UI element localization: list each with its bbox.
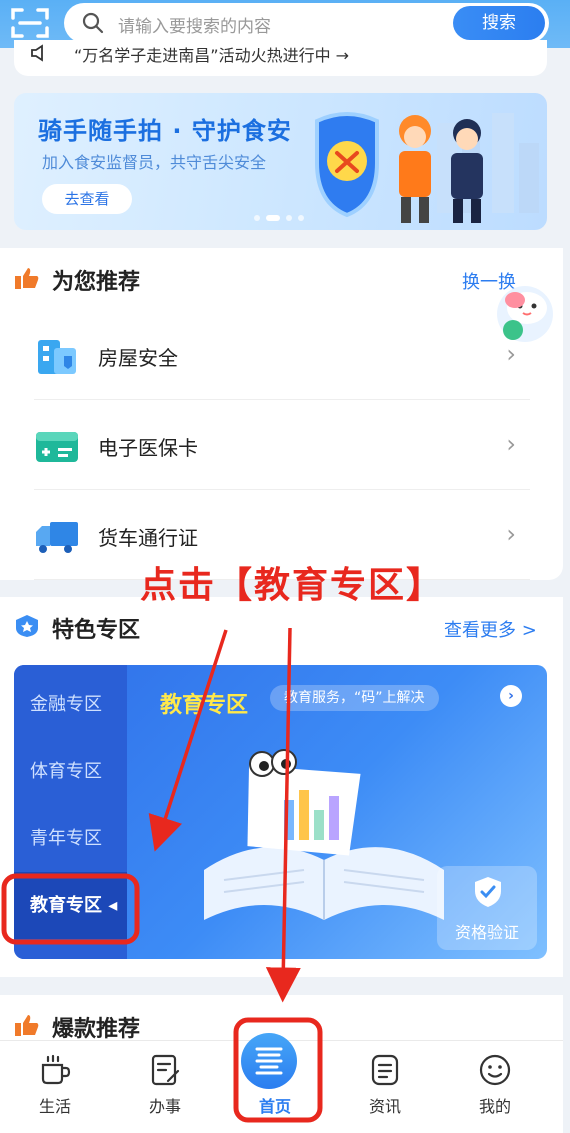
tab-label: 办事 xyxy=(148,1097,181,1116)
tab-services[interactable]: 办事 xyxy=(110,1041,220,1133)
tab-life[interactable]: 生活 xyxy=(0,1041,110,1133)
form-edit-icon xyxy=(151,1054,180,1086)
zone-tab-education[interactable]: 教育专区 ◂ xyxy=(14,872,127,939)
coffee-cup-icon xyxy=(41,1054,71,1085)
speaker-icon xyxy=(31,44,43,62)
tab-label: 首页 xyxy=(258,1097,291,1116)
list-item-medical-card[interactable]: 电子医保卡 › xyxy=(34,400,530,490)
search-button[interactable]: 搜索 xyxy=(453,6,545,40)
notice-bar[interactable]: “万名学子走进南昌”活动火热进行中 → xyxy=(14,40,547,76)
verify-label: 资格验证 xyxy=(454,923,519,942)
news-doc-icon xyxy=(371,1054,399,1086)
list-item-label: 货车通行证 xyxy=(98,526,198,550)
badge-star-icon xyxy=(16,615,38,637)
house-safety-icon xyxy=(38,340,76,374)
list-item-label: 电子医保卡 xyxy=(98,436,198,460)
hot-title: 爆款推荐 xyxy=(52,1017,141,1042)
notice-text: “万名学子走进南昌”活动火热进行中 → xyxy=(74,46,350,65)
home-logo-icon xyxy=(241,1033,297,1089)
tutorial-annotation: 点击【教育专区】 xyxy=(140,565,445,606)
search-input[interactable]: 请输入要搜索的内容 xyxy=(118,12,271,37)
zone-tab-finance[interactable]: 金融专区 xyxy=(14,671,127,738)
smile-face-icon xyxy=(479,1054,511,1086)
thumbs-up-icon xyxy=(15,268,39,289)
shield-check-icon xyxy=(475,877,501,907)
zone-tab-label: 教育专区 xyxy=(30,895,102,916)
zone-tab-sports[interactable]: 体育专区 xyxy=(14,738,127,805)
view-more-link[interactable]: 查看更多 > xyxy=(444,616,537,642)
zone-go-icon[interactable]: › xyxy=(500,685,522,707)
scan-icon[interactable] xyxy=(10,6,50,40)
open-book-illustration xyxy=(204,749,444,920)
banner-view-button[interactable]: 去查看 xyxy=(42,184,132,214)
truck-icon xyxy=(36,522,78,553)
list-item-label: 房屋安全 xyxy=(98,346,178,370)
banner-subtitle: 加入食安监督员，共守舌尖安全 xyxy=(42,153,267,172)
zone-sidebar: 金融专区 体育专区 青年专区 教育专区 ◂ xyxy=(14,665,127,959)
search-icon xyxy=(82,12,104,34)
thumbs-up-icon xyxy=(15,1015,39,1036)
banner-pagination xyxy=(254,206,310,225)
active-marker-icon: ◂ xyxy=(108,895,118,916)
tab-label: 生活 xyxy=(38,1097,71,1116)
education-zone-panel[interactable]: 金融专区 体育专区 青年专区 教育专区 ◂ 教育专区 教育服务，“码”上解决 ›… xyxy=(14,665,547,959)
medical-card-icon xyxy=(36,432,78,462)
banner-illustration xyxy=(315,112,539,223)
chevron-right-icon: › xyxy=(506,340,516,368)
recommend-title: 为您推荐 xyxy=(52,270,141,295)
search-bar[interactable]: 请输入要搜索的内容 搜索 xyxy=(64,3,549,43)
qualification-verify-button[interactable]: 资格验证 xyxy=(437,866,537,950)
banner-title: 骑手随手拍 · 守护食安 xyxy=(38,117,292,145)
bottom-tab-bar: 生活 办事 首页 资讯 我的 xyxy=(0,1033,563,1133)
chevron-right-icon: › xyxy=(506,430,516,458)
chevron-right-icon: › xyxy=(506,520,516,548)
tab-home[interactable]: 首页 xyxy=(220,1033,330,1133)
tab-news[interactable]: 资讯 xyxy=(330,1041,440,1133)
tab-label: 资讯 xyxy=(368,1097,401,1116)
zone-title: 教育专区 xyxy=(160,693,249,718)
promo-banner[interactable]: 骑手随手拍 · 守护食安 加入食安监督员，共守舌尖安全 去查看 xyxy=(14,93,547,230)
tab-mine[interactable]: 我的 xyxy=(440,1041,550,1133)
zone-tagline: 教育服务，“码”上解决 xyxy=(270,685,439,711)
tab-label: 我的 xyxy=(478,1097,511,1116)
featured-title: 特色专区 xyxy=(52,618,141,643)
zone-tab-youth[interactable]: 青年专区 xyxy=(14,805,127,872)
list-item-house-safety[interactable]: 房屋安全 › xyxy=(34,310,530,400)
